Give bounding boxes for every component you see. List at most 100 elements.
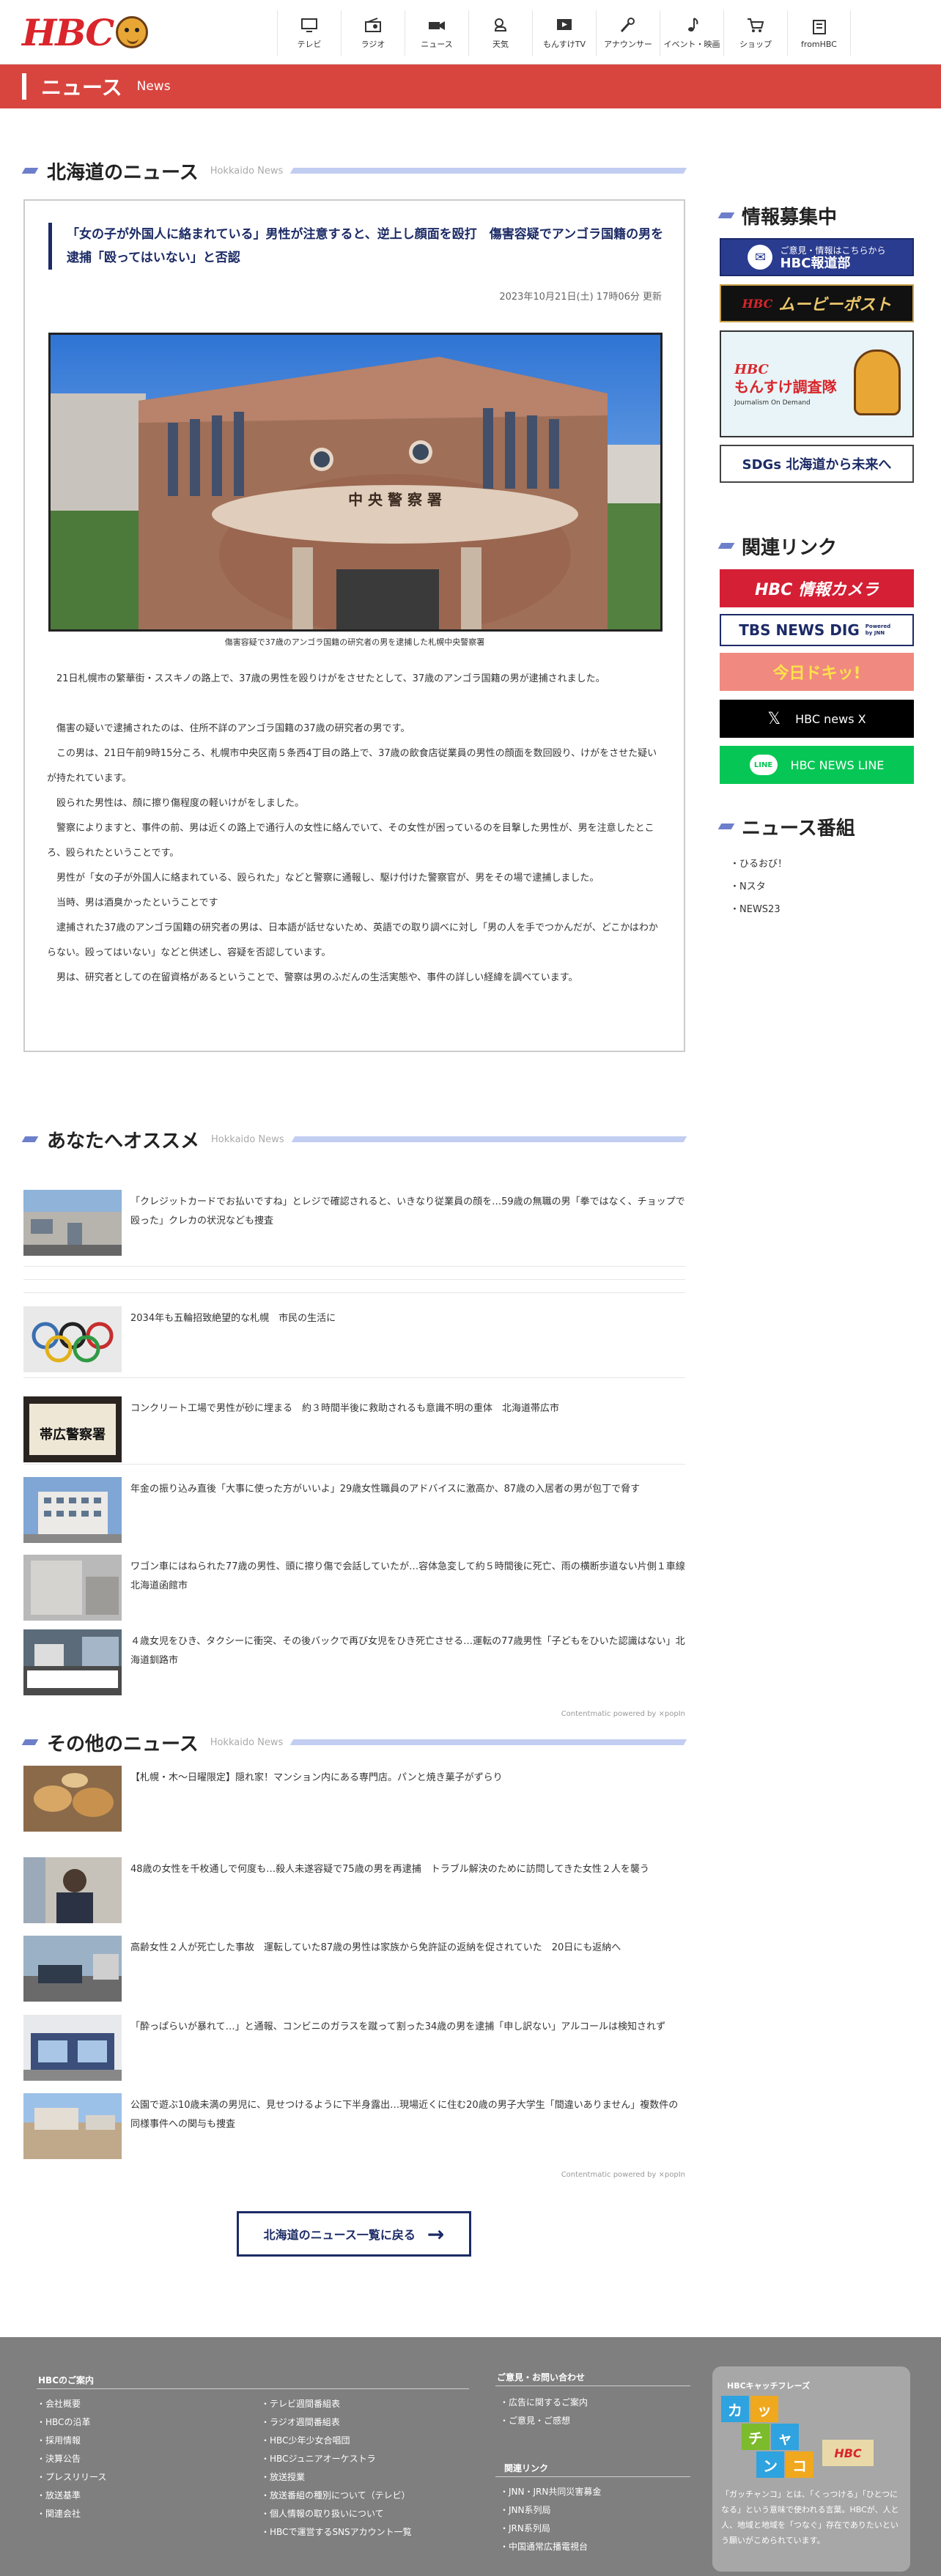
list-item[interactable]: ４歳女児をひき、タクシーに衝突、その後バックで再び女児をひき死亡させる…運転の7… (23, 1629, 685, 1695)
banner-text: HBC報道部 (780, 256, 851, 271)
footer-link[interactable]: ・放送授業 (261, 2470, 305, 2483)
footer-link-label: プレスリリース (45, 2472, 107, 2482)
item-title: 48歳の女性を千枚通しで何度も…殺人未遂容疑で75歳の男を再逮捕 トラブル解決の… (130, 1864, 649, 1875)
footer-link[interactable]: ・ご意見・ご感想 (500, 2414, 570, 2427)
nav-label: 天気 (492, 40, 509, 49)
popin-credit: Contentmatic powered by ⨯popIn (561, 2171, 685, 2179)
list-item[interactable]: 48歳の女性を千枚通しで何度も…殺人未遂容疑で75歳の男を再逮捕 トラブル解決の… (23, 1857, 685, 1923)
nav-item[interactable]: ラジオ (341, 10, 405, 56)
nav-item[interactable]: テレビ (277, 10, 341, 56)
hbc-news-x-link[interactable]: 𝕏 HBC news X (720, 700, 914, 738)
list-item[interactable]: 【札幌・木〜日曜限定】隠れ家！マンション内にある専門店。パンと焼き菓子がずらり (23, 1766, 685, 1832)
photo-caption: 傷害容疑で37歳のアンゴラ国籍の研究者の男を逮捕した札幌中央警察署 (224, 637, 485, 647)
item-title: 【札幌・木〜日曜限定】隠れ家！マンション内にある専門店。パンと焼き菓子がずらり (130, 1772, 503, 1783)
nav-item[interactable]: ニュース (405, 10, 468, 56)
footer-link[interactable]: ・HBCの沿革 (37, 2416, 90, 2428)
nav-item[interactable]: fromHBC (787, 10, 851, 56)
footer-link-label: ラジオ週間番組表 (270, 2417, 340, 2427)
thumbnail (23, 1555, 122, 1621)
list-item[interactable]: 高齢女性２人が死亡した事故 運転していた87歳の男性は家族から免許証の返納を促さ… (23, 1936, 685, 2002)
back-to-list-button[interactable]: 北海道のニュース一覧に戻る → (237, 2211, 471, 2257)
section-heading-hokkaido: 北海道のニュース Hokkaido News (21, 158, 687, 184)
footer-link[interactable]: ・JNN・JRN共同災害募金 (500, 2485, 601, 2498)
thumbnail (23, 1766, 122, 1832)
hbc-news-line-link[interactable]: LINE HBC NEWS LINE (720, 746, 914, 784)
hbc-newsroom-banner[interactable]: ✉ ご意見・情報はこちらから HBC報道部 (720, 238, 914, 276)
nav-item[interactable]: ショップ (723, 10, 787, 56)
footer-link[interactable]: ・HBCジュニアオーケストラ (261, 2452, 376, 2465)
footer-link[interactable]: ・広告に関するご案内 (500, 2396, 588, 2408)
list-item[interactable]: ワゴン車にはねられた77歳の男性、頭に擦り傷で会話していたが…容体急変して約５時… (23, 1555, 695, 1621)
footer-link[interactable]: ・プレスリリース (37, 2470, 106, 2483)
list-divider (23, 1464, 685, 1465)
footer-link[interactable]: ・個人情報の取り扱いについて (261, 2507, 384, 2520)
footer-divider (37, 2388, 469, 2389)
list-item[interactable]: 年金の振り込み直後「大事に使った方がいいよ」29歳女性職員のアドバイスに激高か、… (23, 1477, 685, 1543)
hbc-logo[interactable]: HBC (22, 10, 149, 54)
footer-link[interactable]: ・関連会社 (37, 2507, 81, 2520)
footer-link-label: 広告に関するご案内 (509, 2397, 588, 2407)
monsuke-investigation-banner[interactable]: HBC もんすけ調査隊 Journalism On Demand (720, 330, 914, 437)
footer-link[interactable]: ・決算公告 (37, 2452, 81, 2465)
sidebar-title: 関連リンク (742, 536, 838, 559)
article-date: 2023年10月21日(土) 17時06分 更新 (499, 292, 662, 303)
list-item[interactable]: 公園で遊ぶ10歳未満の男児に、見せつけるように下半身露出…現場近くに住む20歳の… (23, 2093, 685, 2159)
banner-text: HBC (734, 361, 769, 377)
footer-link[interactable]: ・ラジオ週間番組表 (261, 2416, 340, 2428)
footer-link[interactable]: ・HBCで運営するSNSアカウント一覧 (261, 2525, 412, 2538)
nav-item[interactable]: アナウンサー (596, 10, 660, 56)
list-item[interactable]: 「酔っぱらいが暴れて…」と通報、コンビニのガラスを蹴って割った34歳の男を逮捕「… (23, 2015, 685, 2081)
heading-mark (717, 543, 735, 549)
footer-link[interactable]: ・放送基準 (37, 2489, 81, 2501)
item-title: 2034年も五輪招致絶望的な札幌 市民の生活に (130, 1313, 336, 1324)
thumbnail: 帯広警察署 (23, 1396, 122, 1462)
item-title: ４歳女児をひき、タクシーに衝突、その後バックで再び女児をひき死亡させる…運転の7… (130, 1636, 685, 1666)
radio-icon (365, 18, 381, 32)
article-paragraph: この男は、21日午前9時15分ころ、札幌市中央区南５条西4丁目の路上で、37歳の… (47, 748, 657, 784)
catch-tile: カ (721, 2396, 749, 2422)
sdgs-banner[interactable]: SDGs 北海道から未来へ (720, 445, 914, 483)
link-label: 今日ドキッ! (772, 665, 861, 683)
thumbnail (23, 1857, 122, 1923)
footer-link[interactable]: ・会社概要 (37, 2397, 81, 2410)
program-link[interactable]: ・Nスタ (730, 878, 766, 892)
article-paragraph: 殴られた男性は、顔に擦り傷程度の軽いけがをしました。 (56, 798, 305, 809)
footer-link[interactable]: ・テレビ週間番組表 (261, 2397, 340, 2410)
list-item[interactable]: 2034年も五輪招致絶望的な札幌 市民の生活に (23, 1306, 685, 1372)
footer-link[interactable]: ・放送番組の種別について（テレビ） (261, 2489, 410, 2501)
footer-link[interactable]: ・採用情報 (37, 2434, 81, 2446)
section-subtitle: Hokkaido News (210, 165, 284, 177)
footer-link-label: HBC少年少女合唱団 (270, 2435, 350, 2446)
nav-item[interactable]: 天気 (468, 10, 532, 56)
item-title: 高齢女性２人が死亡した事故 運転していた87歳の男性は家族から免許証の返納を促さ… (130, 1942, 621, 1953)
nav-item[interactable]: もんすけTV (532, 10, 596, 56)
footer-link[interactable]: ・JNN系列局 (500, 2503, 551, 2516)
program-link[interactable]: ・NEWS23 (730, 901, 781, 915)
list-item[interactable]: 「クレジットカードでお払いですね」とレジで確認されると、いきなり従業員の顔を…5… (23, 1190, 685, 1256)
section-title: 北海道のニュース (47, 161, 199, 184)
nav-label: テレビ (297, 40, 322, 49)
list-divider (23, 1292, 685, 1293)
back-button-label: 北海道のニュース一覧に戻る (263, 2228, 416, 2242)
program-label: NEWS23 (739, 904, 781, 915)
monsuke-tv-icon (557, 19, 572, 30)
footer-link[interactable]: ・HBC少年少女合唱団 (261, 2434, 350, 2446)
kyou-doki-link[interactable]: 今日ドキッ! (720, 653, 914, 691)
article-card: 「女の子が外国人に絡まれている」男性が注意すると、逆上し顔面を殴打 傷害容疑でア… (23, 199, 685, 1052)
footer-link-label: 決算公告 (45, 2454, 81, 2464)
nav-item[interactable]: イベント・映画 (660, 10, 723, 56)
movie-post-banner[interactable]: HBC ムービーポスト (720, 284, 914, 322)
list-item[interactable]: 帯広警察署 コンクリート工場で男性が砂に埋まる 約３時間半後に救助されるも意識不明… (23, 1396, 685, 1462)
program-label: ひるおび！ (739, 859, 788, 870)
x-logo-icon: 𝕏 (767, 709, 781, 728)
article-body: 21日札幌市の繁華街・ススキノの路上で、37歳の男性を殴りけがをさせたとして、3… (47, 667, 666, 991)
thumbnail (23, 2093, 122, 2159)
link-label: HBC news X (795, 711, 866, 726)
footer-link[interactable]: ・JRN系列局 (500, 2522, 550, 2534)
footer-link[interactable]: ・中国通常広播電視台 (500, 2540, 588, 2553)
info-camera-link[interactable]: HBC 情報カメラ (720, 569, 914, 607)
program-link[interactable]: ・ひるおび！ (730, 856, 787, 870)
tbs-news-dig-link[interactable]: TBS NEWS DIG Powered by JNN (720, 614, 914, 646)
nav-label: ラジオ (361, 40, 385, 49)
